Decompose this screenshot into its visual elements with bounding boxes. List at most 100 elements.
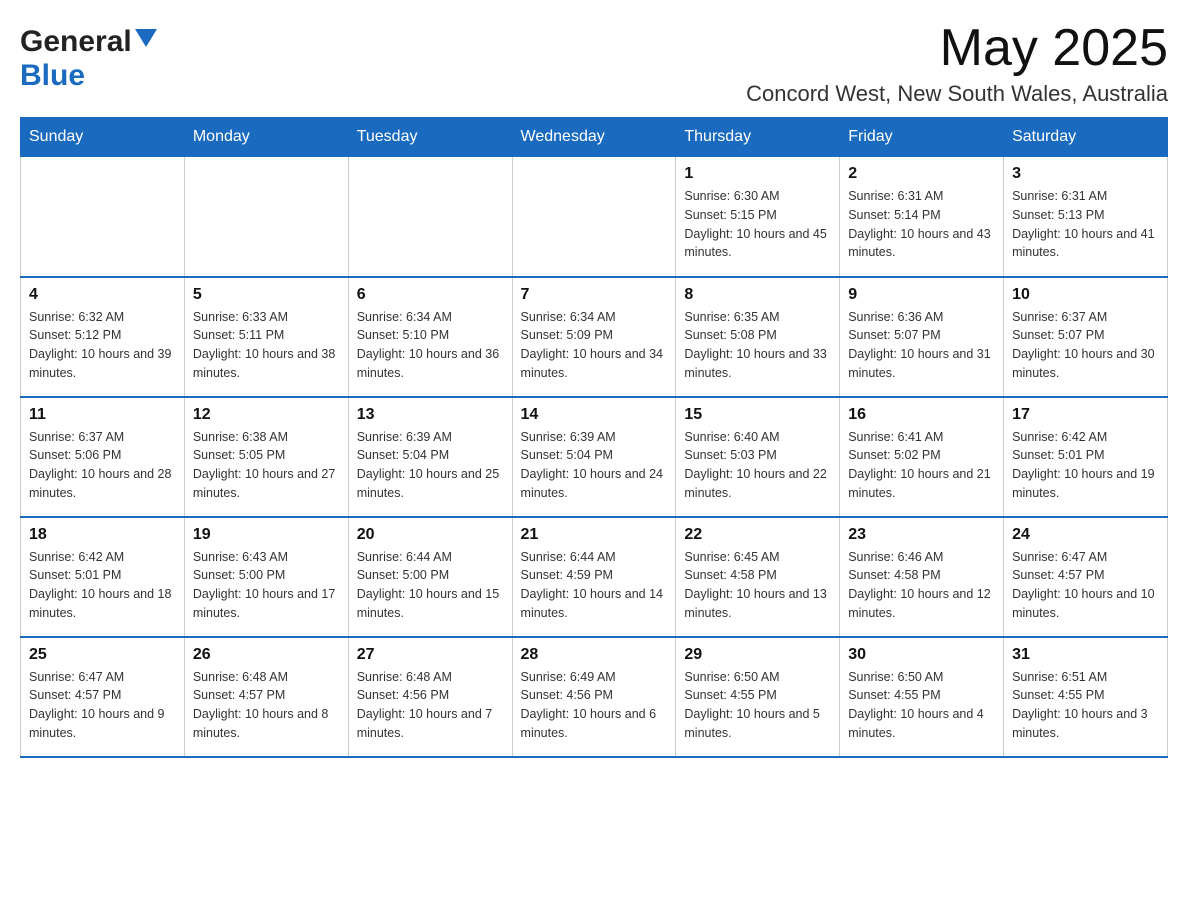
calendar-cell: 3 Sunrise: 6:31 AMSunset: 5:13 PMDaylight…: [1004, 157, 1168, 277]
column-header-saturday: Saturday: [1004, 118, 1168, 157]
calendar-cell: 22 Sunrise: 6:45 AMSunset: 4:58 PMDayligh…: [676, 517, 840, 637]
day-number: 6: [357, 286, 504, 304]
day-info: Sunrise: 6:50 AMSunset: 4:55 PMDaylight:…: [848, 668, 995, 743]
calendar-header-row: SundayMondayTuesdayWednesdayThursdayFrid…: [21, 118, 1168, 157]
day-number: 21: [521, 526, 668, 544]
calendar-cell: [512, 157, 676, 277]
calendar-cell: 1 Sunrise: 6:30 AMSunset: 5:15 PMDaylight…: [676, 157, 840, 277]
day-info: Sunrise: 6:42 AMSunset: 5:01 PMDaylight:…: [1012, 428, 1159, 503]
calendar-week-row: 1 Sunrise: 6:30 AMSunset: 5:15 PMDaylight…: [21, 157, 1168, 277]
day-info: Sunrise: 6:46 AMSunset: 4:58 PMDaylight:…: [848, 548, 995, 623]
month-year-title: May 2025: [746, 20, 1168, 77]
calendar-cell: 2 Sunrise: 6:31 AMSunset: 5:14 PMDaylight…: [840, 157, 1004, 277]
day-number: 3: [1012, 165, 1159, 183]
day-number: 4: [29, 286, 176, 304]
day-info: Sunrise: 6:41 AMSunset: 5:02 PMDaylight:…: [848, 428, 995, 503]
logo-blue-text: Blue: [20, 59, 85, 92]
day-number: 24: [1012, 526, 1159, 544]
day-info: Sunrise: 6:34 AMSunset: 5:09 PMDaylight:…: [521, 308, 668, 383]
calendar-cell: 7Sunrise: 6:34 AMSunset: 5:09 PMDaylight…: [512, 277, 676, 397]
day-number: 30: [848, 646, 995, 664]
calendar-cell: 29 Sunrise: 6:50 AMSunset: 4:55 PMDayligh…: [676, 637, 840, 757]
calendar-cell: 16 Sunrise: 6:41 AMSunset: 5:02 PMDayligh…: [840, 397, 1004, 517]
calendar-cell: [21, 157, 185, 277]
calendar-week-row: 18 Sunrise: 6:42 AMSunset: 5:01 PMDayligh…: [21, 517, 1168, 637]
day-info: Sunrise: 6:35 AMSunset: 5:08 PMDaylight:…: [684, 308, 831, 383]
calendar-week-row: 25 Sunrise: 6:47 AMSunset: 4:57 PMDayligh…: [21, 637, 1168, 757]
day-number: 27: [357, 646, 504, 664]
calendar-cell: 9Sunrise: 6:36 AMSunset: 5:07 PMDaylight…: [840, 277, 1004, 397]
calendar-cell: 4 Sunrise: 6:32 AMSunset: 5:12 PMDaylight…: [21, 277, 185, 397]
column-header-thursday: Thursday: [676, 118, 840, 157]
calendar-cell: 14Sunrise: 6:39 AMSunset: 5:04 PMDayligh…: [512, 397, 676, 517]
day-number: 20: [357, 526, 504, 544]
day-info: Sunrise: 6:33 AMSunset: 5:11 PMDaylight:…: [193, 308, 340, 383]
day-info: Sunrise: 6:47 AMSunset: 4:57 PMDaylight:…: [29, 668, 176, 743]
day-info: Sunrise: 6:45 AMSunset: 4:58 PMDaylight:…: [684, 548, 831, 623]
column-header-monday: Monday: [184, 118, 348, 157]
day-number: 18: [29, 526, 176, 544]
day-info: Sunrise: 6:39 AMSunset: 5:04 PMDaylight:…: [521, 428, 668, 503]
calendar-cell: 5 Sunrise: 6:33 AMSunset: 5:11 PMDaylight…: [184, 277, 348, 397]
day-number: 17: [1012, 406, 1159, 424]
title-section: May 2025 Concord West, New South Wales, …: [746, 20, 1168, 107]
calendar-week-row: 4 Sunrise: 6:32 AMSunset: 5:12 PMDaylight…: [21, 277, 1168, 397]
day-number: 28: [521, 646, 668, 664]
day-info: Sunrise: 6:30 AMSunset: 5:15 PMDaylight:…: [684, 187, 831, 262]
calendar-cell: 23 Sunrise: 6:46 AMSunset: 4:58 PMDayligh…: [840, 517, 1004, 637]
day-info: Sunrise: 6:44 AMSunset: 4:59 PMDaylight:…: [521, 548, 668, 623]
day-info: Sunrise: 6:42 AMSunset: 5:01 PMDaylight:…: [29, 548, 176, 623]
day-number: 16: [848, 406, 995, 424]
calendar-cell: [348, 157, 512, 277]
location-subtitle: Concord West, New South Wales, Australia: [746, 81, 1168, 107]
day-info: Sunrise: 6:51 AMSunset: 4:55 PMDaylight:…: [1012, 668, 1159, 743]
day-info: Sunrise: 6:34 AMSunset: 5:10 PMDaylight:…: [357, 308, 504, 383]
logo-arrow-icon: [135, 29, 157, 51]
day-info: Sunrise: 6:50 AMSunset: 4:55 PMDaylight:…: [684, 668, 831, 743]
calendar-week-row: 11Sunrise: 6:37 AMSunset: 5:06 PMDayligh…: [21, 397, 1168, 517]
day-number: 13: [357, 406, 504, 424]
day-info: Sunrise: 6:44 AMSunset: 5:00 PMDaylight:…: [357, 548, 504, 623]
day-info: Sunrise: 6:40 AMSunset: 5:03 PMDaylight:…: [684, 428, 831, 503]
day-info: Sunrise: 6:39 AMSunset: 5:04 PMDaylight:…: [357, 428, 504, 503]
calendar-cell: 15 Sunrise: 6:40 AMSunset: 5:03 PMDayligh…: [676, 397, 840, 517]
day-info: Sunrise: 6:47 AMSunset: 4:57 PMDaylight:…: [1012, 548, 1159, 623]
day-info: Sunrise: 6:36 AMSunset: 5:07 PMDaylight:…: [848, 308, 995, 383]
calendar-table: SundayMondayTuesdayWednesdayThursdayFrid…: [20, 117, 1168, 758]
day-number: 2: [848, 165, 995, 183]
calendar-cell: 17 Sunrise: 6:42 AMSunset: 5:01 PMDayligh…: [1004, 397, 1168, 517]
day-info: Sunrise: 6:48 AMSunset: 4:57 PMDaylight:…: [193, 668, 340, 743]
calendar-cell: 24 Sunrise: 6:47 AMSunset: 4:57 PMDayligh…: [1004, 517, 1168, 637]
calendar-cell: 26 Sunrise: 6:48 AMSunset: 4:57 PMDayligh…: [184, 637, 348, 757]
day-info: Sunrise: 6:31 AMSunset: 5:13 PMDaylight:…: [1012, 187, 1159, 262]
calendar-cell: 27 Sunrise: 6:48 AMSunset: 4:56 PMDayligh…: [348, 637, 512, 757]
day-number: 8: [684, 286, 831, 304]
day-number: 29: [684, 646, 831, 664]
day-number: 23: [848, 526, 995, 544]
calendar-cell: 25 Sunrise: 6:47 AMSunset: 4:57 PMDayligh…: [21, 637, 185, 757]
day-info: Sunrise: 6:48 AMSunset: 4:56 PMDaylight:…: [357, 668, 504, 743]
calendar-cell: 31Sunrise: 6:51 AMSunset: 4:55 PMDayligh…: [1004, 637, 1168, 757]
page-header: General Blue May 2025 Concord West, New …: [20, 20, 1168, 107]
day-number: 12: [193, 406, 340, 424]
calendar-cell: 8 Sunrise: 6:35 AMSunset: 5:08 PMDaylight…: [676, 277, 840, 397]
column-header-tuesday: Tuesday: [348, 118, 512, 157]
column-header-sunday: Sunday: [21, 118, 185, 157]
calendar-cell: 28 Sunrise: 6:49 AMSunset: 4:56 PMDayligh…: [512, 637, 676, 757]
calendar-cell: 12Sunrise: 6:38 AMSunset: 5:05 PMDayligh…: [184, 397, 348, 517]
calendar-cell: 18 Sunrise: 6:42 AMSunset: 5:01 PMDayligh…: [21, 517, 185, 637]
day-number: 25: [29, 646, 176, 664]
calendar-cell: 11Sunrise: 6:37 AMSunset: 5:06 PMDayligh…: [21, 397, 185, 517]
calendar-cell: 13 Sunrise: 6:39 AMSunset: 5:04 PMDayligh…: [348, 397, 512, 517]
day-info: Sunrise: 6:31 AMSunset: 5:14 PMDaylight:…: [848, 187, 995, 262]
calendar-cell: 19Sunrise: 6:43 AMSunset: 5:00 PMDayligh…: [184, 517, 348, 637]
logo-general-text: General: [20, 25, 132, 59]
day-number: 15: [684, 406, 831, 424]
day-number: 1: [684, 165, 831, 183]
day-number: 5: [193, 286, 340, 304]
day-number: 26: [193, 646, 340, 664]
day-info: Sunrise: 6:49 AMSunset: 4:56 PMDaylight:…: [521, 668, 668, 743]
day-number: 22: [684, 526, 831, 544]
day-number: 11: [29, 406, 176, 424]
day-info: Sunrise: 6:32 AMSunset: 5:12 PMDaylight:…: [29, 308, 176, 383]
